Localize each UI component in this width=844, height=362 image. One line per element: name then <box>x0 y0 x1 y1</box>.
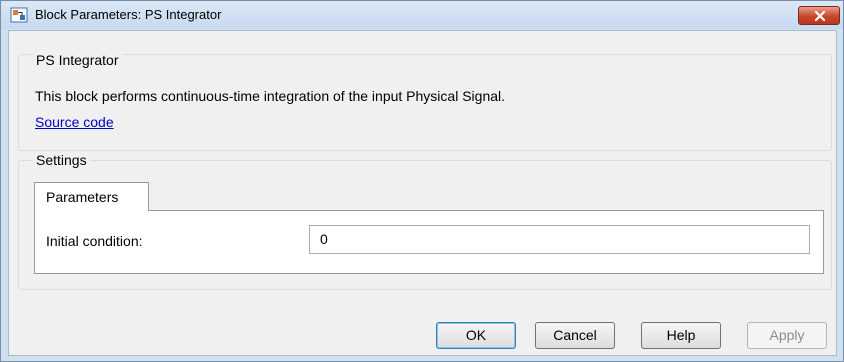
simulink-block-icon <box>10 7 28 23</box>
apply-button: Apply <box>747 322 827 349</box>
dialog-window: Block Parameters: PS Integrator PS Integ… <box>0 0 844 362</box>
cancel-button[interactable]: Cancel <box>535 322 615 349</box>
tab-parameters[interactable]: Parameters <box>34 182 149 211</box>
initial-condition-label: Initial condition: <box>46 233 143 249</box>
close-button[interactable] <box>798 6 840 25</box>
source-code-link[interactable]: Source code <box>35 114 114 130</box>
ok-button[interactable]: OK <box>436 322 516 349</box>
help-button[interactable]: Help <box>641 322 721 349</box>
parameters-panel: Initial condition: 0 <box>34 210 824 274</box>
initial-condition-input[interactable]: 0 <box>309 225 810 254</box>
title-bar[interactable]: Block Parameters: PS Integrator <box>1 1 843 29</box>
window-title: Block Parameters: PS Integrator <box>35 7 222 22</box>
tab-parameters-label: Parameters <box>46 189 119 205</box>
block-description: This block performs continuous-time inte… <box>35 88 506 104</box>
close-icon <box>814 11 826 21</box>
dialog-body: PS Integrator This block performs contin… <box>8 30 837 356</box>
description-group-title: PS Integrator <box>33 52 122 68</box>
settings-group-title: Settings <box>33 152 90 168</box>
